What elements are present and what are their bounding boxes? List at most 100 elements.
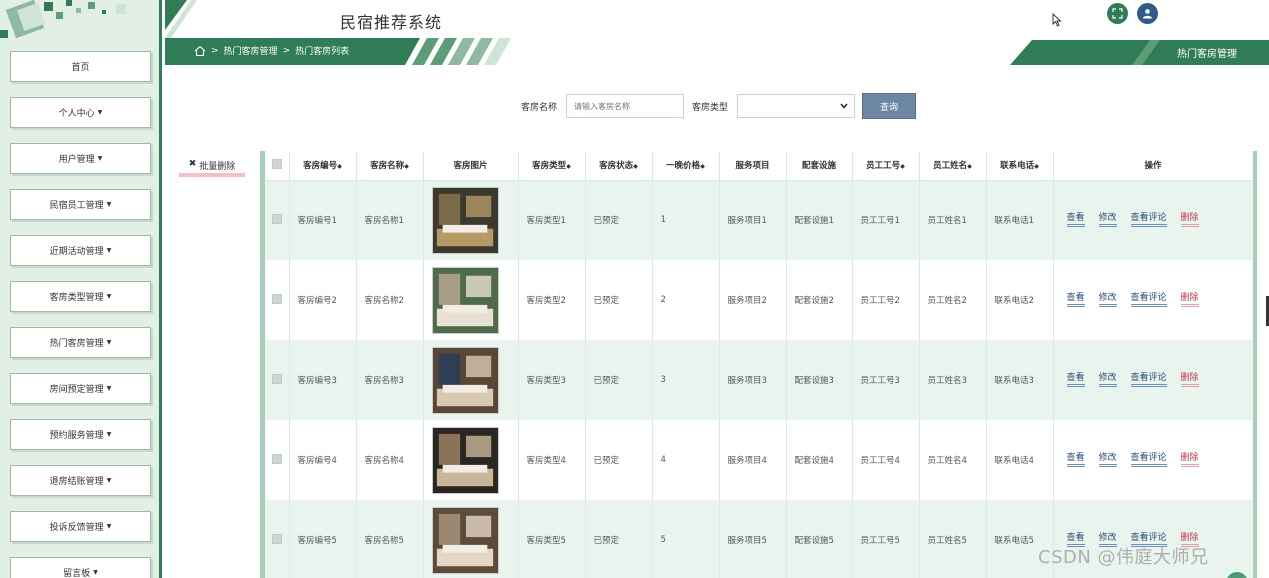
- cell-price: 5: [652, 500, 720, 578]
- cell-service: 服务项目1: [719, 180, 787, 260]
- delete-button[interactable]: 删除: [1180, 373, 1199, 387]
- cell-room-image: [423, 340, 519, 420]
- col-header[interactable]: 联系电话◆: [986, 151, 1054, 181]
- col-header[interactable]: 客房状态◆: [585, 151, 653, 181]
- sort-icon: ◆: [633, 163, 638, 171]
- view-comments-button[interactable]: 查看评论: [1130, 293, 1167, 307]
- cell-staff-name: 员工姓名5: [919, 500, 987, 578]
- cell-price: 4: [652, 420, 720, 500]
- room-photo[interactable]: [431, 346, 499, 414]
- delete-button[interactable]: 删除: [1180, 453, 1199, 467]
- delete-button[interactable]: 删除: [1180, 213, 1199, 228]
- col-header[interactable]: 一晚价格◆: [652, 151, 720, 181]
- cell-room-image: [423, 420, 519, 500]
- view-comments-button[interactable]: 查看评论: [1130, 453, 1167, 467]
- breadcrumb: > 热门客房管理 > 热门客房列表: [194, 44, 349, 57]
- sidebar-item-label: 房间预定管理: [49, 385, 104, 395]
- home-icon[interactable]: [194, 45, 206, 57]
- view-button[interactable]: 查看: [1066, 213, 1085, 228]
- edit-button[interactable]: 修改: [1098, 293, 1117, 307]
- cell-staff-name: 员工姓名2: [919, 260, 987, 340]
- room-photo[interactable]: [431, 506, 499, 574]
- sidebar-item-users[interactable]: 用户管理 ▼: [10, 143, 151, 174]
- row-select-cell: [265, 420, 290, 500]
- cell-phone: 联系电话4: [986, 420, 1054, 500]
- edit-button[interactable]: 修改: [1098, 453, 1117, 467]
- user-avatar-icon[interactable]: [1137, 3, 1158, 24]
- sidebar-item-checkout[interactable]: 退房结账管理 ▼: [10, 465, 151, 496]
- cell-facility: 配套设施5: [786, 500, 853, 578]
- cell-price: 3: [652, 340, 720, 420]
- caret-down-icon: ▼: [97, 109, 103, 116]
- cell-room-name: 客房名称5: [356, 500, 424, 578]
- delete-button[interactable]: 删除: [1180, 293, 1199, 307]
- room-photo[interactable]: [431, 266, 499, 334]
- row-checkbox[interactable]: [271, 373, 282, 384]
- table-row: 客房编号3 客房名称3 客房类型3 已预定 3 服务项目3 配套设施3 员工工号3 员工姓名3 联…: [265, 340, 1253, 420]
- row-checkbox[interactable]: [271, 533, 282, 544]
- cell-service: 服务项目2: [719, 260, 787, 340]
- edit-button[interactable]: 修改: [1098, 373, 1117, 387]
- table-row: 客房编号4 客房名称4 客房类型4 已预定 4 服务项目4 配套设施4 员工工号4 员工姓名4 联…: [265, 420, 1253, 500]
- cell-room-image: [423, 180, 519, 260]
- view-comments-button[interactable]: 查看评论: [1130, 213, 1167, 228]
- cell-room-type: 客房类型5: [518, 500, 586, 578]
- sidebar-item-home[interactable]: 首页: [10, 51, 151, 82]
- batch-delete-button[interactable]: ✖ 批量删除: [179, 156, 245, 177]
- sidebar-item-room-types[interactable]: 客房类型管理 ▼: [10, 281, 151, 312]
- sidebar-item-personal-center[interactable]: 个人中心 ▼: [10, 97, 151, 128]
- breadcrumb-item[interactable]: 热门客房管理: [224, 44, 278, 57]
- view-comments-button[interactable]: 查看评论: [1130, 373, 1167, 387]
- sort-icon: ◆: [1034, 163, 1039, 171]
- sidebar-item-reservations[interactable]: 房间预定管理 ▼: [10, 373, 151, 404]
- caret-down-icon: ▼: [106, 431, 112, 438]
- room-photo[interactable]: [431, 426, 499, 494]
- chevron-down-icon: [840, 103, 848, 109]
- cell-room-status: 已预定: [585, 500, 653, 578]
- col-header[interactable]: 客房类型◆: [518, 151, 586, 181]
- sidebar-item-services[interactable]: 预约服务管理 ▼: [10, 419, 151, 450]
- row-checkbox[interactable]: [271, 213, 282, 224]
- col-header[interactable]: 客房名称◆: [356, 151, 424, 181]
- view-button[interactable]: 查看: [1066, 293, 1085, 307]
- sidebar-item-complaints[interactable]: 投诉反馈管理 ▼: [10, 511, 151, 542]
- room-photo[interactable]: [431, 186, 499, 254]
- room-type-select[interactable]: [737, 94, 855, 118]
- edit-button[interactable]: 修改: [1098, 213, 1117, 228]
- sidebar-item-staff[interactable]: 民宿员工管理 ▼: [10, 189, 151, 220]
- cell-phone: 联系电话2: [986, 260, 1054, 340]
- sidebar-item-label: 留言板: [63, 569, 91, 578]
- cell-room-name: 客房名称1: [356, 180, 424, 260]
- sidebar-item-label: 热门客房管理: [49, 339, 104, 349]
- sidebar-item-activities[interactable]: 近期活动管理 ▼: [10, 235, 151, 266]
- row-checkbox[interactable]: [271, 293, 282, 304]
- cell-room-name: 客房名称4: [356, 420, 424, 500]
- cell-staff-no: 员工工号5: [852, 500, 920, 578]
- col-header[interactable]: 员工姓名◆: [919, 151, 987, 181]
- col-header[interactable]: 员工工号◆: [852, 151, 920, 181]
- sidebar-item-label: 客房类型管理: [49, 293, 104, 303]
- cell-staff-no: 员工工号1: [852, 180, 920, 260]
- header-decoration: [165, 0, 197, 38]
- sort-icon: ◆: [900, 163, 905, 171]
- cell-room-status: 已预定: [585, 260, 653, 340]
- sidebar-item-hot-rooms[interactable]: 热门客房管理 ▼: [10, 327, 151, 358]
- sidebar-item-messages[interactable]: 留言板 ▼: [10, 557, 151, 578]
- cell-room-name: 客房名称3: [356, 340, 424, 420]
- view-button[interactable]: 查看: [1066, 373, 1085, 387]
- cell-room-type: 客房类型3: [518, 340, 586, 420]
- view-button[interactable]: 查看: [1066, 453, 1085, 467]
- fullscreen-icon[interactable]: [1107, 3, 1128, 24]
- select-all-cell: [265, 151, 290, 181]
- cell-service: 服务项目5: [719, 500, 787, 578]
- row-checkbox[interactable]: [271, 453, 282, 464]
- batch-delete-label: 批量删除: [199, 162, 236, 172]
- col-header[interactable]: 客房编号◆: [289, 151, 357, 181]
- cell-service: 服务项目3: [719, 340, 787, 420]
- sidebar: 首页 个人中心 ▼ 用户管理 ▼ 民宿员工管理 ▼ 近期活动管理 ▼ 客房类型管理 ▼ 热…: [0, 0, 162, 578]
- sidebar-item-label: 首页: [71, 63, 90, 73]
- cell-room-no: 客房编号2: [289, 260, 357, 340]
- select-all-checkbox[interactable]: [271, 158, 282, 169]
- room-name-input[interactable]: [566, 94, 684, 118]
- search-button[interactable]: 查询: [862, 93, 916, 119]
